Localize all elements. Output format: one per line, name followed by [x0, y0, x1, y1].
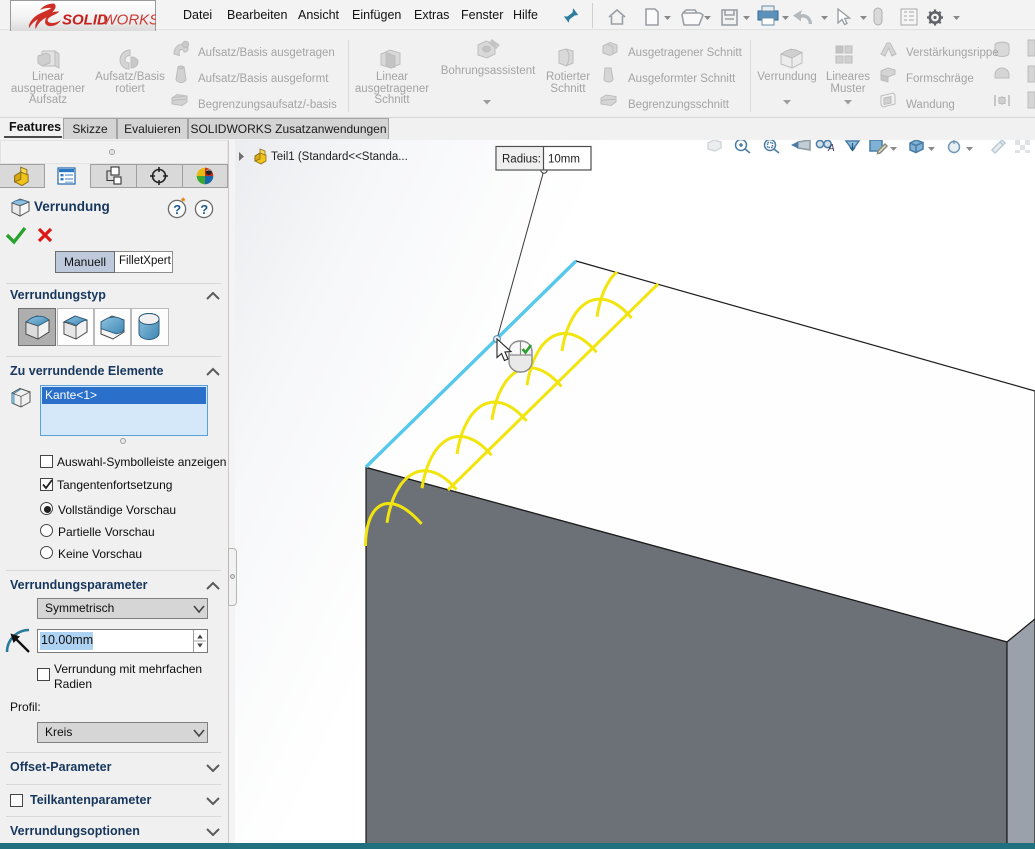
svg-text:?: ? — [200, 202, 208, 217]
svg-text:10mm: 10mm — [548, 154, 580, 166]
svg-text:WORKS: WORKS — [103, 12, 157, 29]
svg-text:?: ? — [173, 202, 181, 217]
svg-text:*: * — [181, 197, 186, 208]
svg-text:Teil1 (Standard<<Standa...: Teil1 (Standard<<Standa... — [271, 151, 408, 163]
svg-text:A: A — [827, 143, 835, 154]
svg-text:SOLID: SOLID — [62, 12, 108, 29]
svg-text:Radius:: Radius: — [502, 154, 541, 166]
